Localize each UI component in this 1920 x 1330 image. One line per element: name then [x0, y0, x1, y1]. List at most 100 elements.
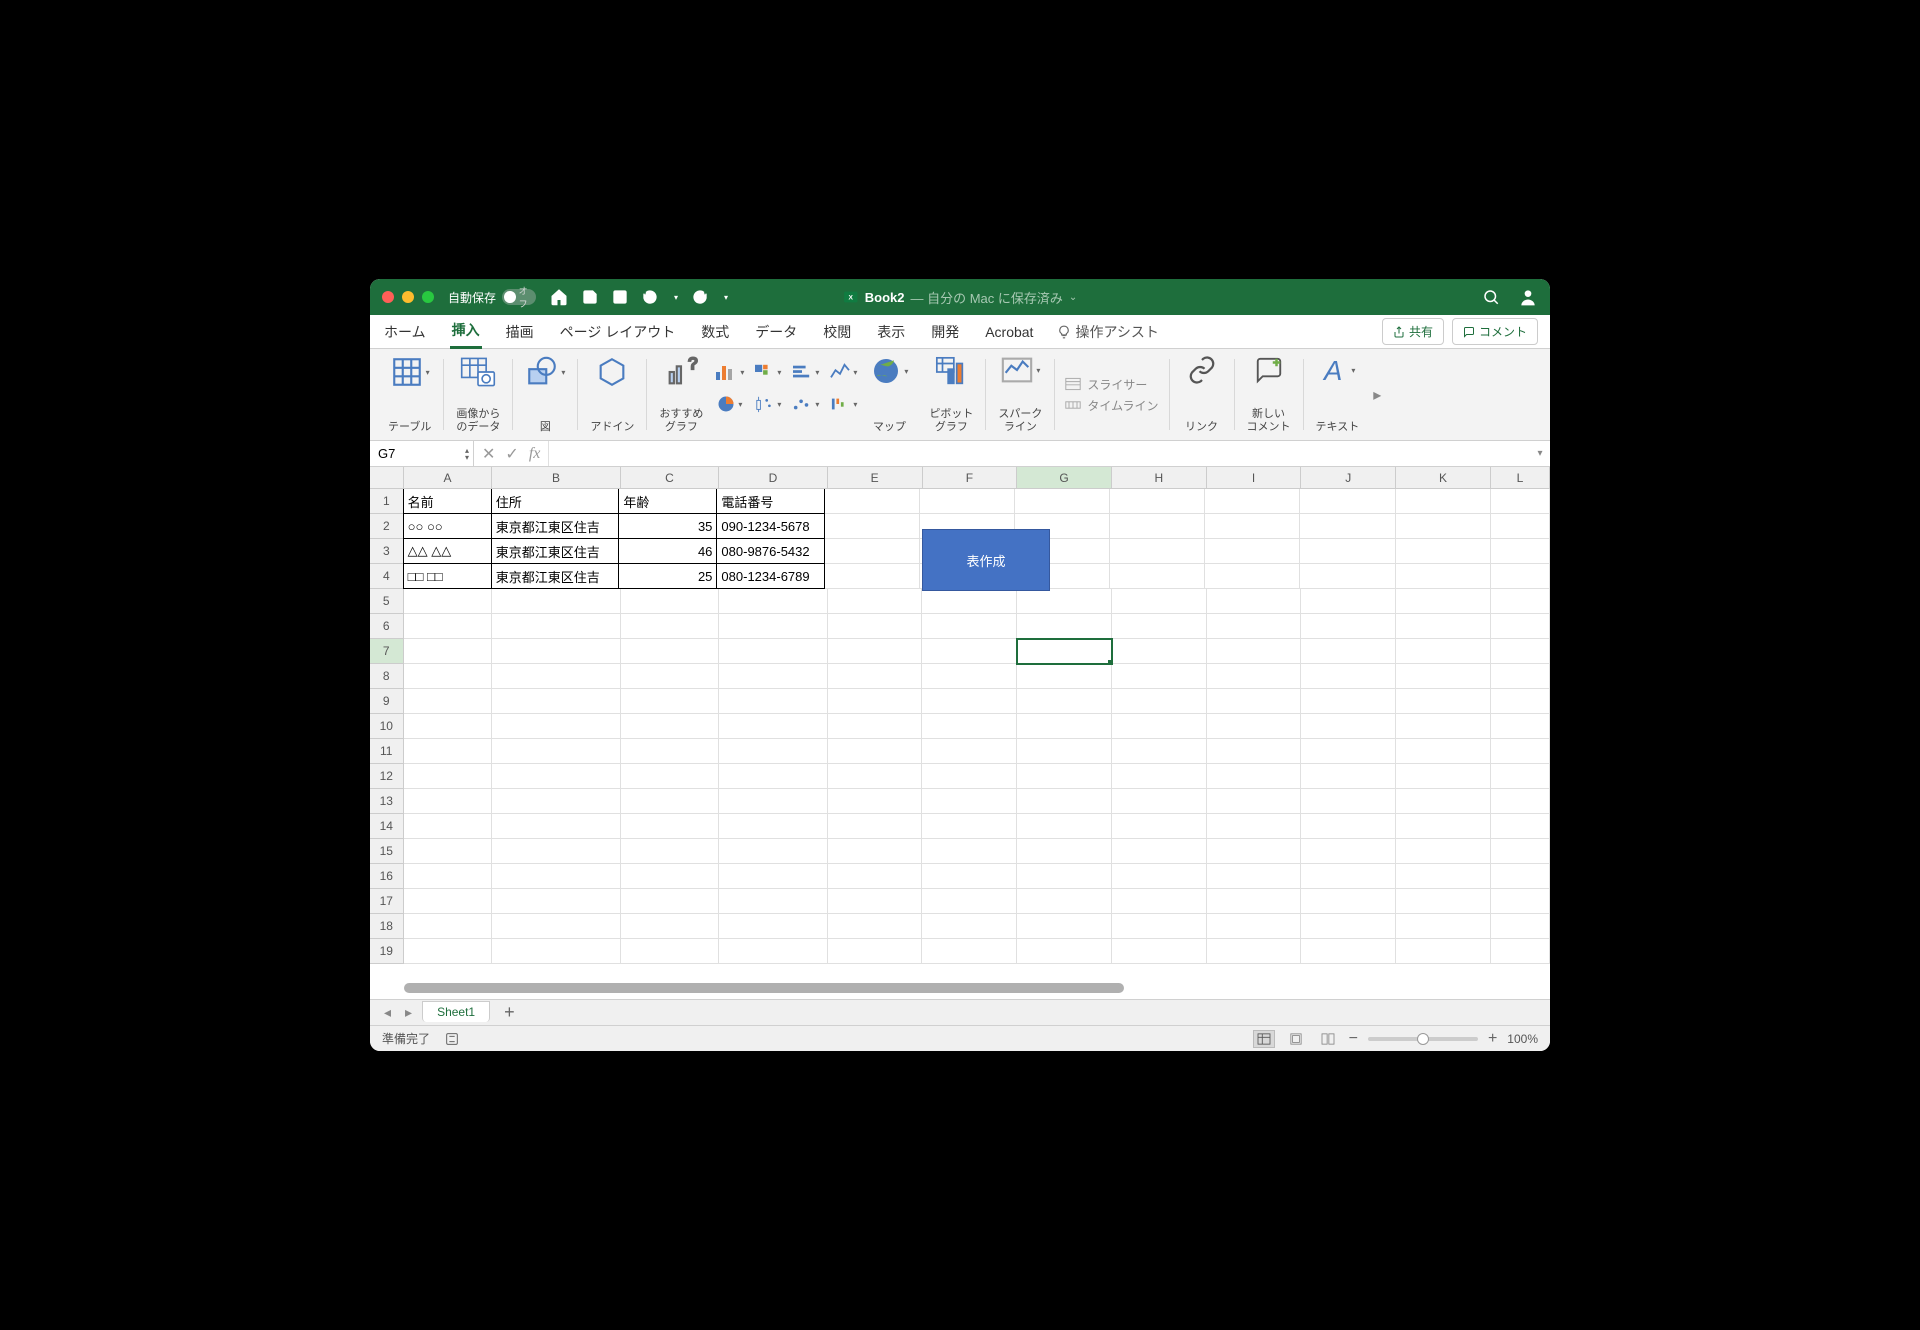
cell-E19[interactable] [828, 939, 923, 964]
select-all-corner[interactable] [370, 467, 404, 488]
cell-F9[interactable] [922, 689, 1017, 714]
ribbon-text[interactable]: A ▾ テキスト [1306, 353, 1370, 436]
cell-E9[interactable] [828, 689, 923, 714]
cell-E2[interactable] [825, 514, 920, 539]
cell-H6[interactable] [1112, 614, 1207, 639]
cell-E5[interactable] [828, 589, 923, 614]
cell-A18[interactable] [404, 914, 493, 939]
cell-B11[interactable] [492, 739, 620, 764]
cell-C14[interactable] [621, 814, 720, 839]
cell-A8[interactable] [404, 664, 493, 689]
tab-developer[interactable]: 開発 [929, 316, 961, 348]
row-header-16[interactable]: 16 [370, 864, 404, 889]
cell-G12[interactable] [1017, 764, 1112, 789]
cell-F17[interactable] [922, 889, 1017, 914]
cell-K1[interactable] [1396, 489, 1491, 514]
cell-D16[interactable] [719, 864, 828, 889]
cell-J4[interactable] [1300, 564, 1395, 589]
ribbon-map[interactable]: ▾ マップ [859, 353, 919, 436]
cell-A6[interactable] [404, 614, 493, 639]
cell-A11[interactable] [404, 739, 493, 764]
view-pagebreak[interactable] [1317, 1030, 1339, 1048]
home-icon[interactable] [550, 288, 568, 306]
cell-B2[interactable]: 東京都江東区住吉 [491, 513, 620, 539]
cell-B12[interactable] [492, 764, 620, 789]
cell-K4[interactable] [1396, 564, 1491, 589]
row-header-5[interactable]: 5 [370, 589, 404, 614]
row-header-15[interactable]: 15 [370, 839, 404, 864]
cell-A15[interactable] [404, 839, 493, 864]
cell-F12[interactable] [922, 764, 1017, 789]
cell-G6[interactable] [1017, 614, 1112, 639]
cell-I3[interactable] [1205, 539, 1300, 564]
cell-E16[interactable] [828, 864, 923, 889]
qat-customize[interactable]: ▾ [724, 293, 728, 302]
cell-K2[interactable] [1396, 514, 1491, 539]
cell-A12[interactable] [404, 764, 493, 789]
cell-L18[interactable] [1491, 914, 1550, 939]
cell-F11[interactable] [922, 739, 1017, 764]
close-window-button[interactable] [382, 291, 394, 303]
cell-J8[interactable] [1301, 664, 1396, 689]
cell-L10[interactable] [1491, 714, 1550, 739]
cell-K11[interactable] [1396, 739, 1491, 764]
column-chart-button[interactable]: ▾ [713, 357, 745, 387]
cell-L4[interactable] [1491, 564, 1550, 589]
save-icon[interactable] [582, 289, 598, 305]
cell-L14[interactable] [1491, 814, 1550, 839]
tab-formulas[interactable]: 数式 [699, 316, 731, 348]
cell-F15[interactable] [922, 839, 1017, 864]
cell-F1[interactable] [920, 489, 1015, 514]
cell-H1[interactable] [1110, 489, 1205, 514]
cell-F18[interactable] [922, 914, 1017, 939]
cell-E18[interactable] [828, 914, 923, 939]
cell-G14[interactable] [1017, 814, 1112, 839]
zoom-slider[interactable] [1368, 1037, 1478, 1041]
cell-J15[interactable] [1301, 839, 1396, 864]
row-header-4[interactable]: 4 [370, 564, 404, 589]
cell-B5[interactable] [492, 589, 620, 614]
cell-H7[interactable] [1112, 639, 1207, 664]
row-header-18[interactable]: 18 [370, 914, 404, 939]
fx-icon[interactable]: fx [529, 445, 541, 463]
cell-I18[interactable] [1207, 914, 1302, 939]
cell-C17[interactable] [621, 889, 720, 914]
cell-K7[interactable] [1396, 639, 1491, 664]
col-header-I[interactable]: I [1207, 467, 1302, 488]
zoom-in[interactable]: + [1488, 1030, 1497, 1048]
cell-L12[interactable] [1491, 764, 1550, 789]
cell-E8[interactable] [828, 664, 923, 689]
cell-G1[interactable] [1015, 489, 1110, 514]
cell-L9[interactable] [1491, 689, 1550, 714]
col-header-E[interactable]: E [828, 467, 923, 488]
shape-button-create-table[interactable]: 表作成 [922, 529, 1050, 591]
cell-B13[interactable] [492, 789, 620, 814]
autosave-toggle[interactable]: 自動保存 オフ [448, 289, 536, 306]
cell-B1[interactable]: 住所 [491, 489, 620, 514]
cell-F7[interactable] [922, 639, 1017, 664]
row-header-19[interactable]: 19 [370, 939, 404, 964]
cell-G7[interactable] [1017, 639, 1112, 664]
cell-J6[interactable] [1301, 614, 1396, 639]
share-button[interactable]: 共有 [1382, 318, 1444, 345]
name-box[interactable]: G7 ▴▾ [370, 441, 474, 466]
row-header-10[interactable]: 10 [370, 714, 404, 739]
cell-C12[interactable] [621, 764, 720, 789]
account-icon[interactable] [1518, 287, 1538, 307]
cell-C11[interactable] [621, 739, 720, 764]
cell-I14[interactable] [1207, 814, 1302, 839]
view-pagelayout[interactable] [1285, 1030, 1307, 1048]
cell-A10[interactable] [404, 714, 493, 739]
cell-K16[interactable] [1396, 864, 1491, 889]
cell-K8[interactable] [1396, 664, 1491, 689]
row-header-8[interactable]: 8 [370, 664, 404, 689]
cell-G18[interactable] [1017, 914, 1112, 939]
cell-I13[interactable] [1207, 789, 1302, 814]
tab-view[interactable]: 表示 [875, 316, 907, 348]
row-header-13[interactable]: 13 [370, 789, 404, 814]
cell-C16[interactable] [621, 864, 720, 889]
cell-J11[interactable] [1301, 739, 1396, 764]
cell-I1[interactable] [1205, 489, 1300, 514]
cell-B7[interactable] [492, 639, 620, 664]
cell-H5[interactable] [1112, 589, 1207, 614]
